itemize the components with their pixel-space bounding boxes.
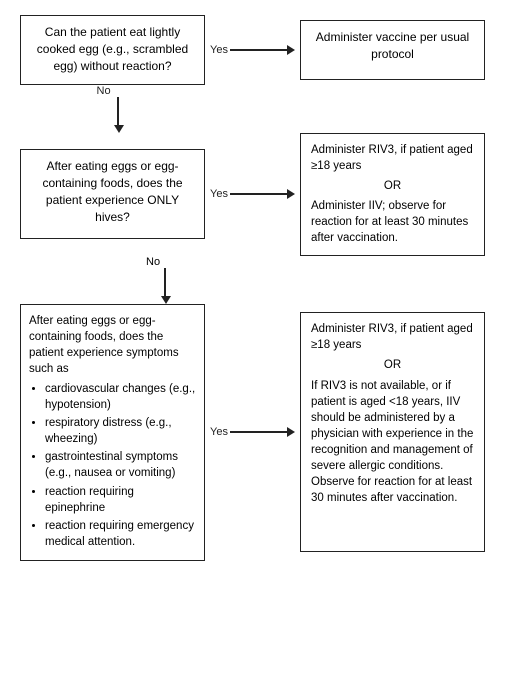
symptom-2: respiratory distress (e.g., wheezing): [45, 415, 196, 447]
symptoms-list: cardiovascular changes (e.g., hypotensio…: [29, 381, 196, 550]
symptom-3: gastrointestinal symptoms (e.g., nausea …: [45, 449, 196, 481]
yes-label-1: Yes: [210, 44, 228, 56]
answer-2: Administer RIV3, if patient aged ≥18 yea…: [300, 133, 485, 256]
no-label-2: No: [146, 256, 160, 268]
symptom-4: reaction requiring epinephrine: [45, 484, 196, 516]
no-label-1: No: [97, 85, 111, 97]
yes-label-3: Yes: [210, 426, 228, 438]
answer-3: Administer RIV3, if patient aged ≥18 yea…: [300, 312, 485, 552]
flowchart: Can the patient eat lightly cooked egg (…: [15, 15, 490, 561]
question-1: Can the patient eat lightly cooked egg (…: [20, 15, 205, 85]
yes-label-2: Yes: [210, 188, 228, 200]
symptom-1: cardiovascular changes (e.g., hypotensio…: [45, 381, 196, 413]
answer-1: Administer vaccine per usual protocol: [300, 20, 485, 80]
question-2: After eating eggs or egg-containing food…: [20, 149, 205, 239]
symptom-5: reaction requiring emergency medical att…: [45, 518, 196, 550]
question-3: After eating eggs or egg-containing food…: [20, 304, 205, 561]
